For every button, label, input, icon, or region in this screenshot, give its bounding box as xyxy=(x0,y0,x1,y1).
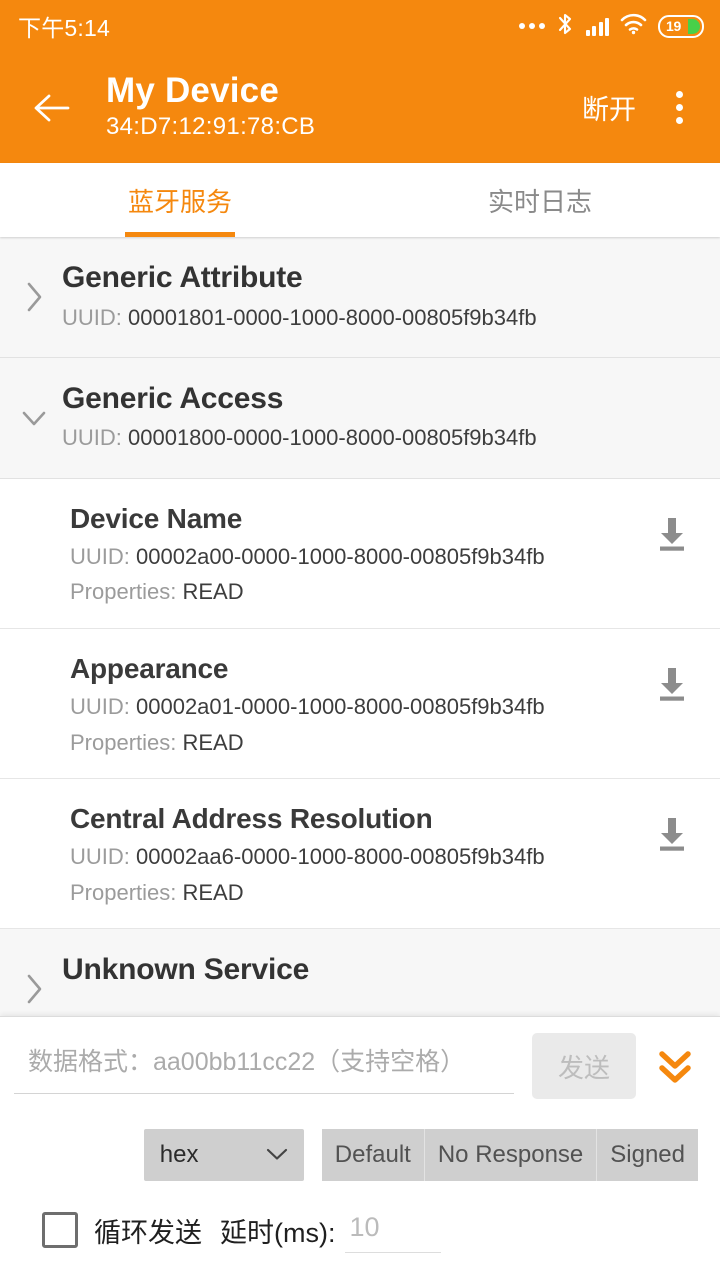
send-button[interactable]: 发送 xyxy=(532,1033,636,1099)
delay-input[interactable] xyxy=(345,1207,442,1253)
battery-icon: 19 xyxy=(658,14,704,38)
chevrons-down-icon xyxy=(659,1051,691,1083)
read-characteristic-button[interactable] xyxy=(646,807,698,859)
tab-bar: 蓝牙服务 实时日志 xyxy=(0,163,720,237)
characteristic-uuid: UUID: 00002aa6-0000-1000-8000-00805f9b34… xyxy=(70,843,646,871)
characteristic-uuid: UUID: 00002a01-0000-1000-8000-00805f9b34… xyxy=(70,693,646,721)
write-type-group: Default No Response Signed xyxy=(321,1129,698,1181)
tab-label: 实时日志 xyxy=(487,186,592,217)
write-type-default[interactable]: Default xyxy=(321,1129,425,1181)
characteristic-properties: Properties: READ xyxy=(70,879,646,907)
chevron-down-icon xyxy=(14,392,54,444)
characteristic-row[interactable]: Central Address Resolution UUID: 00002aa… xyxy=(0,779,720,930)
properties-value: READ xyxy=(182,579,244,605)
chevron-right-icon xyxy=(14,271,54,323)
loop-send-checkbox[interactable] xyxy=(42,1212,78,1248)
service-uuid: UUID: 00001800-0000-1000-8000-00805f9b34… xyxy=(62,425,537,451)
page-title: My Device xyxy=(106,71,280,111)
service-row-generic-access[interactable]: Generic Access UUID: 00001800-0000-1000-… xyxy=(0,357,720,479)
uuid-prefix-label: UUID: xyxy=(70,844,136,870)
properties-value: READ xyxy=(182,879,244,905)
properties-prefix-label: Properties: xyxy=(70,729,183,755)
app-bar: My Device 34:D7:12:91:78:CB 断开 xyxy=(0,52,720,163)
battery-level: 19 xyxy=(666,18,681,34)
characteristic-name: Device Name xyxy=(70,502,243,534)
status-bar-time: 下午5:14 xyxy=(18,15,110,41)
delay-label: 延时(ms): xyxy=(220,1217,336,1248)
read-characteristic-button[interactable] xyxy=(646,657,698,709)
uuid-value: 00002aa6-0000-1000-8000-00805f9b34fb xyxy=(136,844,545,870)
characteristic-properties: Properties: READ xyxy=(70,578,646,606)
service-uuid: UUID: 00001801-0000-1000-8000-00805f9b34… xyxy=(62,305,537,331)
properties-prefix-label: Properties: xyxy=(70,579,183,605)
tab-realtime-log[interactable]: 实时日志 xyxy=(360,163,720,237)
app-bar-titles: My Device 34:D7:12:91:78:CB xyxy=(80,71,568,142)
write-panel: 发送 hex Default No Response Signed 循环发送 延… xyxy=(0,1016,720,1280)
send-row: 发送 xyxy=(14,1033,706,1099)
uuid-prefix-label: UUID: xyxy=(62,425,128,451)
characteristic-texts: Central Address Resolution UUID: 00002aa… xyxy=(70,803,646,906)
uuid-value: 00002a00-0000-1000-8000-00805f9b34fb xyxy=(136,543,545,569)
bluetooth-icon xyxy=(556,12,575,41)
download-icon xyxy=(660,667,684,701)
characteristic-name: Appearance xyxy=(70,652,229,684)
service-name: Unknown Service xyxy=(62,953,310,987)
read-characteristic-button[interactable] xyxy=(646,507,698,559)
write-type-signed[interactable]: Signed xyxy=(597,1129,698,1181)
loop-send-row: 循环发送 延时(ms): xyxy=(14,1207,706,1253)
tab-bluetooth-services[interactable]: 蓝牙服务 xyxy=(0,163,360,237)
status-bar-icons: 19 xyxy=(518,12,704,41)
characteristic-row[interactable]: Appearance UUID: 00002a01-0000-1000-8000… xyxy=(0,628,720,780)
options-row: hex Default No Response Signed xyxy=(14,1129,706,1181)
data-format-select[interactable]: hex xyxy=(143,1129,304,1181)
overflow-menu-button[interactable] xyxy=(656,80,702,136)
uuid-value: 00002a01-0000-1000-8000-00805f9b34fb xyxy=(136,694,545,720)
chevron-right-icon xyxy=(14,963,54,1015)
device-mac-address: 34:D7:12:91:78:CB xyxy=(106,112,316,140)
battery-fill xyxy=(688,18,700,34)
download-icon xyxy=(660,818,684,851)
uuid-prefix-label: UUID: xyxy=(62,304,128,330)
characteristic-texts: Appearance UUID: 00002a01-0000-1000-8000… xyxy=(70,653,646,756)
more-dots-icon xyxy=(518,23,545,29)
tab-label: 蓝牙服务 xyxy=(127,186,232,217)
characteristic-uuid: UUID: 00002a00-0000-1000-8000-00805f9b34… xyxy=(70,543,646,571)
expand-panel-button[interactable] xyxy=(644,1035,706,1097)
data-format-value: hex xyxy=(159,1141,199,1168)
write-type-no-response[interactable]: No Response xyxy=(424,1129,598,1181)
service-name: Generic Access xyxy=(62,381,284,415)
properties-prefix-label: Properties: xyxy=(70,879,183,905)
service-texts: Unknown Service xyxy=(54,953,309,988)
uuid-value: 00001800-0000-1000-8000-00805f9b34fb xyxy=(128,425,537,451)
uuid-prefix-label: UUID: xyxy=(70,543,136,569)
tab-active-indicator xyxy=(125,232,235,237)
characteristic-properties: Properties: READ xyxy=(70,729,646,757)
characteristic-row[interactable]: Device Name UUID: 00002a00-0000-1000-800… xyxy=(0,478,720,629)
wifi-icon xyxy=(620,13,647,40)
uuid-prefix-label: UUID: xyxy=(70,694,136,720)
service-row-generic-attribute[interactable]: Generic Attribute UUID: 00001801-0000-10… xyxy=(0,237,720,358)
properties-value: READ xyxy=(182,729,244,755)
arrow-left-icon xyxy=(34,94,70,121)
loop-send-label: 循环发送 xyxy=(94,1217,202,1248)
disconnect-button[interactable]: 断开 xyxy=(568,78,650,137)
status-bar: 下午5:14 19 xyxy=(0,0,720,52)
chevron-down-icon xyxy=(264,1141,290,1169)
service-texts: Generic Access UUID: 00001800-0000-1000-… xyxy=(54,382,537,452)
data-input[interactable] xyxy=(14,1038,514,1094)
signal-icon xyxy=(585,16,609,36)
download-icon xyxy=(660,517,684,551)
back-button[interactable] xyxy=(24,80,80,136)
characteristic-name: Central Address Resolution xyxy=(70,803,433,835)
characteristic-texts: Device Name UUID: 00002a00-0000-1000-800… xyxy=(70,503,646,606)
service-texts: Generic Attribute UUID: 00001801-0000-10… xyxy=(54,261,537,331)
service-name: Generic Attribute xyxy=(62,261,303,294)
uuid-value: 00001801-0000-1000-8000-00805f9b34fb xyxy=(128,304,537,330)
